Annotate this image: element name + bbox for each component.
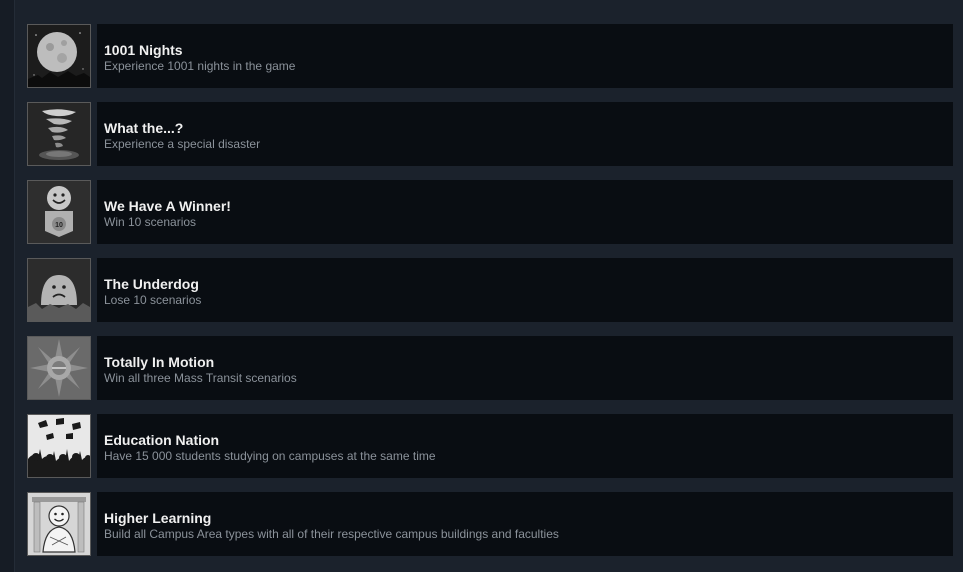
achievement-row[interactable]: 1001 Nights Experience 1001 nights in th… (27, 24, 953, 88)
achievement-title: Totally In Motion (104, 354, 215, 370)
achievement-description: Have 15 000 students studying on campuse… (104, 449, 436, 463)
sunburst-icon (27, 336, 91, 400)
medal-number: 10 (55, 222, 63, 229)
achievement-title: What the...? (104, 120, 184, 136)
tornado-icon (27, 102, 91, 166)
achievement-row[interactable]: What the...? Experience a special disast… (27, 102, 953, 166)
achievement-title: The Underdog (104, 276, 199, 292)
achievements-list: 1001 Nights Experience 1001 nights in th… (27, 24, 953, 570)
graduation-crowd-icon (27, 414, 91, 478)
achievement-row[interactable]: 10 We Have A Winner! Win 10 scenarios (27, 180, 953, 244)
achievement-row[interactable]: Education Nation Have 15 000 students st… (27, 414, 953, 478)
achievement-title: 1001 Nights (104, 42, 183, 58)
achievement-description: Lose 10 scenarios (104, 293, 202, 307)
achievement-description: Win all three Mass Transit scenarios (104, 371, 297, 385)
achievement-title: We Have A Winner! (104, 198, 231, 214)
moon-icon (27, 24, 91, 88)
sad-face-icon (27, 258, 91, 322)
achievement-content: The Underdog Lose 10 scenarios (97, 258, 953, 322)
achievement-content: We Have A Winner! Win 10 scenarios (97, 180, 953, 244)
achievement-content: Totally In Motion Win all three Mass Tra… (97, 336, 953, 400)
achievement-description: Build all Campus Area types with all of … (104, 527, 559, 541)
achievement-description: Experience a special disaster (104, 137, 261, 151)
achievement-content: What the...? Experience a special disast… (97, 102, 953, 166)
scholar-statue-icon (27, 492, 91, 556)
achievement-description: Experience 1001 nights in the game (104, 59, 296, 73)
achievement-content: 1001 Nights Experience 1001 nights in th… (97, 24, 953, 88)
achievement-row[interactable]: Totally In Motion Win all three Mass Tra… (27, 336, 953, 400)
achievement-description: Win 10 scenarios (104, 215, 197, 229)
achievement-row[interactable]: The Underdog Lose 10 scenarios (27, 258, 953, 322)
achievement-row[interactable]: Higher Learning Build all Campus Area ty… (27, 492, 953, 556)
achievement-title: Education Nation (104, 432, 220, 448)
achievement-title: Higher Learning (104, 510, 212, 526)
achievement-content: Higher Learning Build all Campus Area ty… (97, 492, 953, 556)
achievement-content: Education Nation Have 15 000 students st… (97, 414, 953, 478)
smiley-medal-icon: 10 (27, 180, 91, 244)
